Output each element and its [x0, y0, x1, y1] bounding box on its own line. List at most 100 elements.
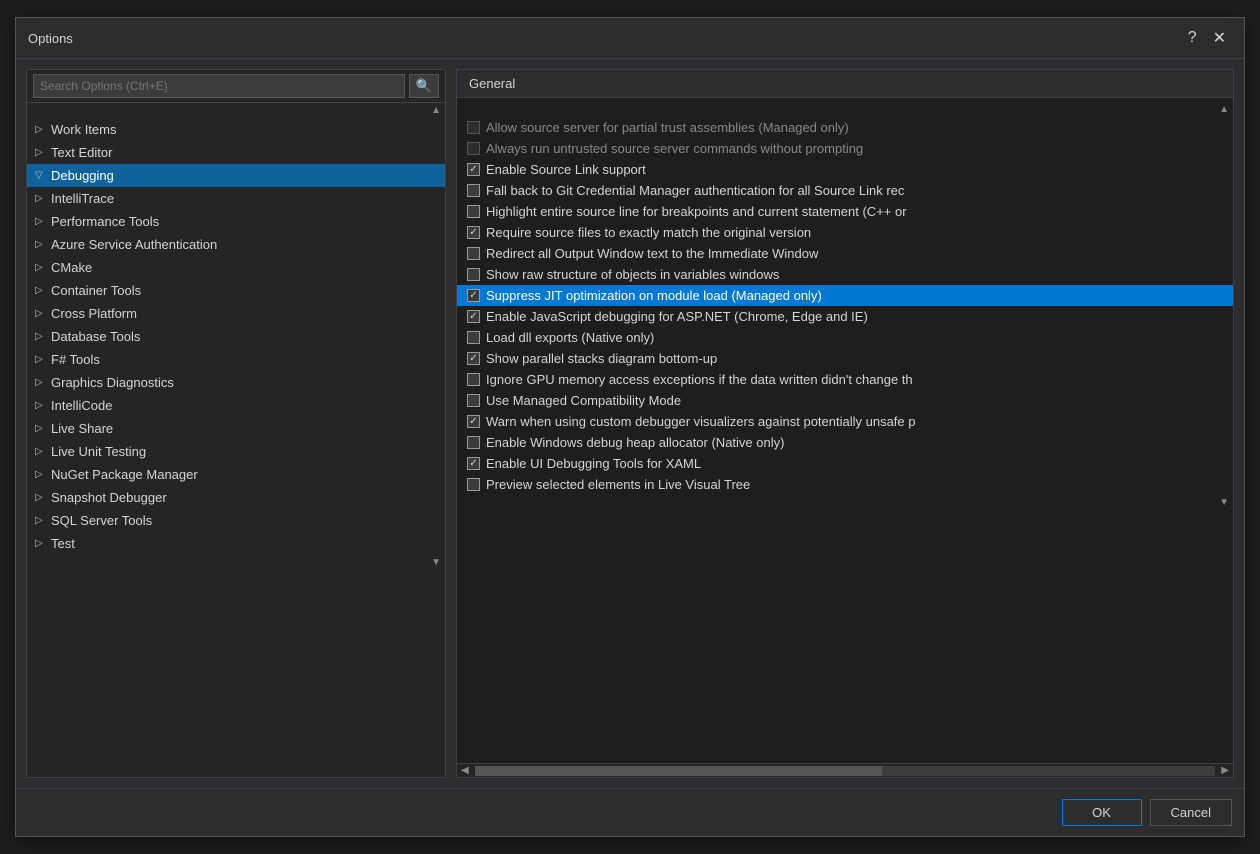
option-row[interactable]: Preview selected elements in Live Visual…: [457, 474, 1233, 495]
tree-expand-icon: ▷: [35, 354, 51, 365]
search-button[interactable]: 🔍: [409, 74, 439, 98]
option-checkbox[interactable]: [467, 394, 480, 407]
option-row[interactable]: Highlight entire source line for breakpo…: [457, 201, 1233, 222]
option-row[interactable]: Fall back to Git Credential Manager auth…: [457, 180, 1233, 201]
option-label: Require source files to exactly match th…: [486, 225, 811, 240]
tree-item-label: IntelliTrace: [51, 191, 114, 206]
option-checkbox[interactable]: [467, 142, 480, 155]
option-row[interactable]: ✓ Show parallel stacks diagram bottom-up: [457, 348, 1233, 369]
title-bar: Options ? ✕: [16, 18, 1244, 59]
options-scroll-down-arrow[interactable]: ▼: [1219, 497, 1229, 508]
tree-item-intellicode[interactable]: ▷IntelliCode: [27, 394, 445, 417]
tree-item-label: Cross Platform: [51, 306, 137, 321]
title-bar-right: ? ✕: [1182, 26, 1232, 50]
option-checkbox[interactable]: ✓: [467, 310, 480, 323]
option-row[interactable]: Ignore GPU memory access exceptions if t…: [457, 369, 1233, 390]
tree-expand-icon: ▷: [35, 147, 51, 158]
tree-item-debugging[interactable]: ▽Debugging: [27, 164, 445, 187]
tree-item-live-unit-testing[interactable]: ▷Live Unit Testing: [27, 440, 445, 463]
tree-list[interactable]: ▲ ▷Work Items▷Text Editor▽Debugging▷Inte…: [27, 103, 445, 777]
option-checkbox[interactable]: ✓: [467, 226, 480, 239]
option-label: Show raw structure of objects in variabl…: [486, 267, 779, 282]
option-checkbox[interactable]: [467, 373, 480, 386]
option-label: Highlight entire source line for breakpo…: [486, 204, 907, 219]
option-row[interactable]: ✓ Require source files to exactly match t…: [457, 222, 1233, 243]
tree-item-performance-tools[interactable]: ▷Performance Tools: [27, 210, 445, 233]
dialog-title: Options: [28, 31, 73, 46]
option-checkbox[interactable]: ✓: [467, 163, 480, 176]
search-input[interactable]: [33, 74, 405, 98]
option-row[interactable]: ✓Enable Source Link support: [457, 159, 1233, 180]
option-row[interactable]: Enable Windows debug heap allocator (Nat…: [457, 432, 1233, 453]
h-scroll-left-arrow[interactable]: ◀: [457, 765, 473, 776]
tree-item-work-items[interactable]: ▷Work Items: [27, 118, 445, 141]
option-label: Use Managed Compatibility Mode: [486, 393, 681, 408]
option-row[interactable]: Load dll exports (Native only): [457, 327, 1233, 348]
tree-item-database-tools[interactable]: ▷Database Tools: [27, 325, 445, 348]
tree-expand-icon: ▷: [35, 308, 51, 319]
tree-scroll-down-arrow[interactable]: ▼: [27, 555, 445, 570]
tree-item-intellitrace[interactable]: ▷IntelliTrace: [27, 187, 445, 210]
right-panel: General ▲ Allow source server for partia…: [456, 69, 1234, 778]
option-checkbox[interactable]: ✓: [467, 352, 480, 365]
h-scroll-track[interactable]: [475, 766, 1216, 776]
ok-button[interactable]: OK: [1062, 799, 1142, 826]
option-checkbox[interactable]: [467, 247, 480, 260]
option-row[interactable]: Redirect all Output Window text to the I…: [457, 243, 1233, 264]
h-scroll-row: ◀ ▶: [457, 763, 1233, 777]
option-label: Suppress JIT optimization on module load…: [486, 288, 822, 303]
option-row[interactable]: ✓ Suppress JIT optimization on module loa…: [457, 285, 1233, 306]
option-checkbox[interactable]: ✓: [467, 289, 480, 302]
option-row[interactable]: ✓ Warn when using custom debugger visuali…: [457, 411, 1233, 432]
tree-item-label: Container Tools: [51, 283, 141, 298]
tree-item-label: Work Items: [51, 122, 117, 137]
option-label: Show parallel stacks diagram bottom-up: [486, 351, 717, 366]
tree-item-live-share[interactable]: ▷Live Share: [27, 417, 445, 440]
option-checkbox[interactable]: [467, 205, 480, 218]
tree-expand-icon: ▷: [35, 515, 51, 526]
option-checkbox[interactable]: [467, 184, 480, 197]
close-button[interactable]: ✕: [1207, 26, 1232, 50]
option-row[interactable]: ✓Enable JavaScript debugging for ASP.NET…: [457, 306, 1233, 327]
option-checkbox[interactable]: [467, 436, 480, 449]
options-scroll-up-arrow[interactable]: ▲: [1219, 104, 1229, 115]
option-row[interactable]: Always run untrusted source server comma…: [457, 138, 1233, 159]
tree-item-graphics-diagnostics[interactable]: ▷Graphics Diagnostics: [27, 371, 445, 394]
option-checkbox[interactable]: ✓: [467, 457, 480, 470]
option-checkbox[interactable]: [467, 121, 480, 134]
options-list[interactable]: ▲ Allow source server for partial trust …: [457, 98, 1233, 763]
tree-item-sql-server-tools[interactable]: ▷SQL Server Tools: [27, 509, 445, 532]
tree-item-azure-service-auth[interactable]: ▷Azure Service Authentication: [27, 233, 445, 256]
option-label: Enable UI Debugging Tools for XAML: [486, 456, 701, 471]
option-row[interactable]: Allow source server for partial trust as…: [457, 117, 1233, 138]
tree-item-label: Debugging: [51, 168, 114, 183]
tree-item-container-tools[interactable]: ▷Container Tools: [27, 279, 445, 302]
tree-item-test[interactable]: ▷Test: [27, 532, 445, 555]
option-checkbox[interactable]: [467, 268, 480, 281]
tree-scroll-up-arrow[interactable]: ▲: [27, 103, 445, 118]
tree-item-cmake[interactable]: ▷CMake: [27, 256, 445, 279]
tree-item-snapshot-debugger[interactable]: ▷Snapshot Debugger: [27, 486, 445, 509]
tree-item-text-editor[interactable]: ▷Text Editor: [27, 141, 445, 164]
tree-expand-icon: ▷: [35, 285, 51, 296]
option-checkbox[interactable]: [467, 478, 480, 491]
tree-item-label: Live Share: [51, 421, 113, 436]
help-button[interactable]: ?: [1182, 26, 1203, 50]
tree-expand-icon: ▷: [35, 239, 51, 250]
option-checkbox[interactable]: [467, 331, 480, 344]
option-label: Warn when using custom debugger visualiz…: [486, 414, 915, 429]
cancel-button[interactable]: Cancel: [1150, 799, 1232, 826]
tree-item-cross-platform[interactable]: ▷Cross Platform: [27, 302, 445, 325]
option-row[interactable]: Use Managed Compatibility Mode: [457, 390, 1233, 411]
content-area: 🔍 ▲ ▷Work Items▷Text Editor▽Debugging▷In…: [16, 59, 1244, 788]
tree-expand-icon: ▷: [35, 262, 51, 273]
h-scroll-right-arrow[interactable]: ▶: [1217, 765, 1233, 776]
search-box: 🔍: [27, 70, 445, 103]
option-row[interactable]: ✓ Enable UI Debugging Tools for XAML: [457, 453, 1233, 474]
tree-item-nuget-package-manager[interactable]: ▷NuGet Package Manager: [27, 463, 445, 486]
tree-item-fsharp-tools[interactable]: ▷F# Tools: [27, 348, 445, 371]
option-checkbox[interactable]: ✓: [467, 415, 480, 428]
option-row[interactable]: Show raw structure of objects in variabl…: [457, 264, 1233, 285]
tree-item-label: IntelliCode: [51, 398, 112, 413]
tree-expand-icon: ▷: [35, 377, 51, 388]
